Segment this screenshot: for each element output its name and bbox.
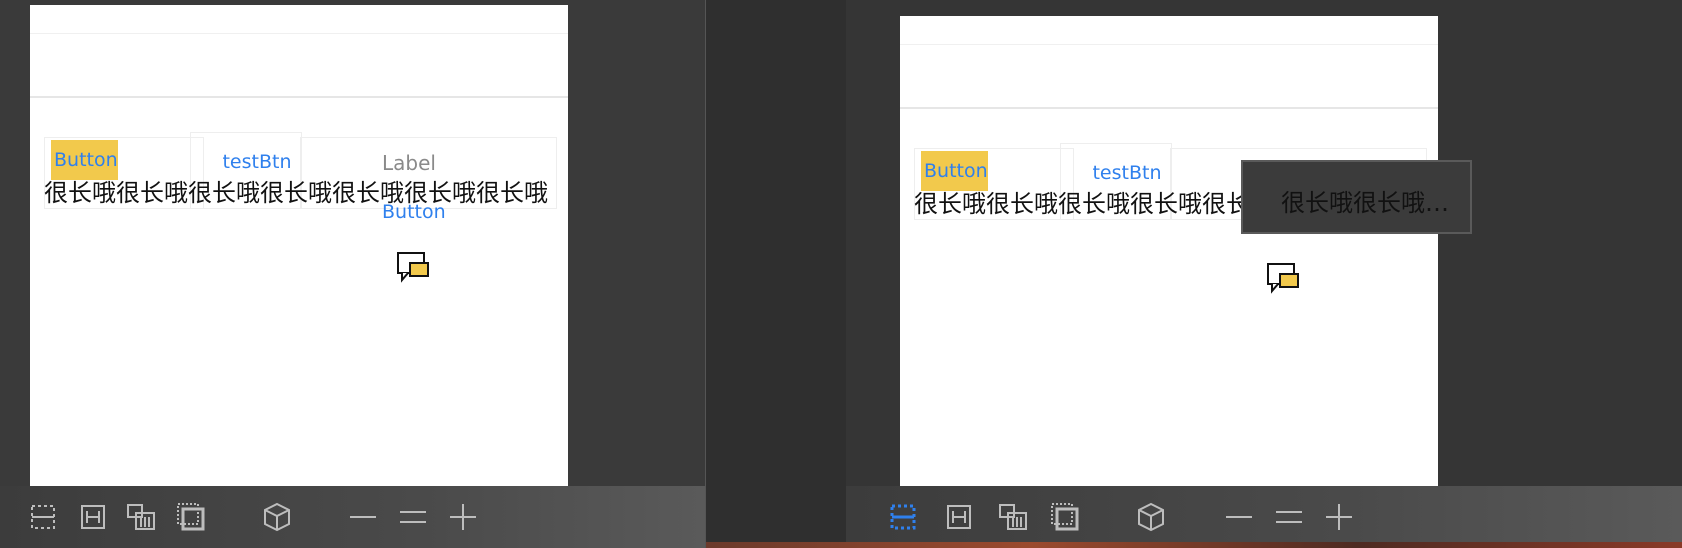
blue-button[interactable]: Button — [382, 201, 446, 223]
overflow-label-text: 很长哦很长哦… — [1281, 189, 1449, 217]
design-canvas-left[interactable]: Button testBtn Label 很长哦很长哦很长哦很长哦很长哦很长哦很… — [30, 5, 568, 489]
canvas-header-divider — [30, 96, 568, 98]
bottom-toolbar-left — [0, 486, 705, 548]
align-top-bottom-icon[interactable] — [886, 500, 920, 534]
stack-grid-icon[interactable] — [996, 500, 1030, 534]
plus-icon[interactable] — [446, 500, 480, 534]
chat-bubble-icon — [396, 250, 438, 286]
pane-gutter — [706, 0, 846, 548]
cube-icon[interactable] — [260, 500, 294, 534]
align-left-right-icon[interactable] — [76, 500, 110, 534]
long-text-label: 很长哦很长哦很长哦很长哦很长哦很长哦很长哦 — [44, 179, 548, 207]
equals-icon[interactable] — [1272, 500, 1306, 534]
background-strip — [706, 542, 1682, 548]
plus-icon[interactable] — [1322, 500, 1356, 534]
chat-bubble-icon — [1266, 261, 1308, 297]
layers-icon[interactable] — [1048, 500, 1082, 534]
canvas-header-line — [30, 33, 568, 34]
editor-pane-left: Button testBtn Label 很长哦很长哦很长哦很长哦很长哦很长哦很… — [0, 0, 705, 548]
equals-icon[interactable] — [396, 500, 430, 534]
align-left-right-icon[interactable] — [942, 500, 976, 534]
canvas-header-divider — [900, 107, 1438, 109]
align-top-bottom-icon[interactable] — [26, 500, 60, 534]
stack-grid-icon[interactable] — [124, 500, 158, 534]
layers-icon[interactable] — [174, 500, 208, 534]
minus-icon[interactable] — [346, 500, 380, 534]
minus-icon[interactable] — [1222, 500, 1256, 534]
canvas-header-line — [900, 44, 1438, 45]
bottom-toolbar-right — [846, 486, 1682, 548]
cube-icon[interactable] — [1134, 500, 1168, 534]
label-text: Label — [382, 151, 436, 175]
editor-pane-right: Button testBtn Label 很长哦很长哦很长哦很长哦很长哦很长哦很… — [705, 0, 1682, 548]
design-canvas-right[interactable]: Button testBtn Label 很长哦很长哦很长哦很长哦很长哦很长哦很… — [900, 16, 1438, 500]
